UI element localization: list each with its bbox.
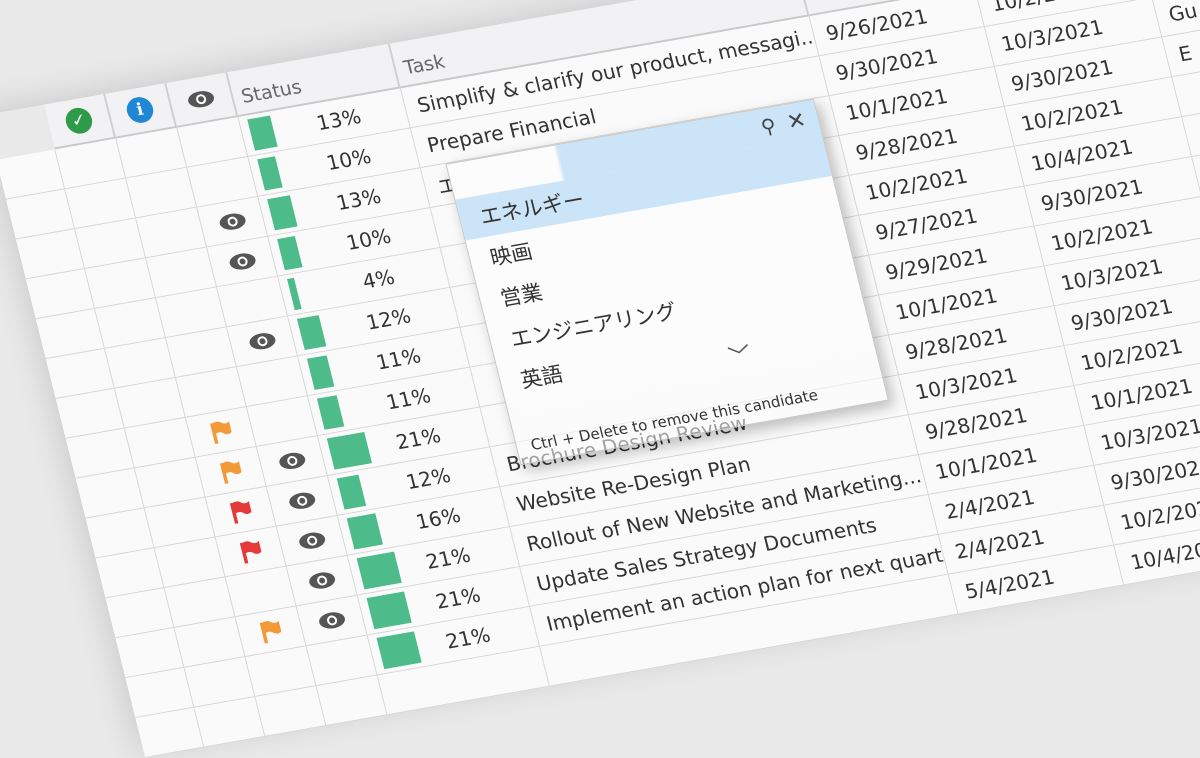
progress-bar xyxy=(287,277,302,311)
orange-flag-icon xyxy=(209,421,232,445)
eye-icon xyxy=(278,452,305,470)
search-icon[interactable]: ⚲ xyxy=(758,113,778,139)
progress-text: 13% xyxy=(313,104,364,136)
progress-text: 21% xyxy=(443,622,493,654)
autocomplete-popup: ⚲ ✕ エネルギー 映画 営業 エンジニアリング 英語 ﹀ Ctrl + Delete … xyxy=(445,98,889,466)
red-flag-icon xyxy=(229,501,252,524)
progress-bar xyxy=(247,115,279,151)
progress-bar xyxy=(366,591,412,630)
progress-text: 10% xyxy=(323,143,374,176)
eye-icon xyxy=(188,91,215,108)
progress-text: 21% xyxy=(433,582,483,614)
info-icon: i xyxy=(124,95,156,125)
progress-text: 11% xyxy=(373,343,424,375)
progress-bar xyxy=(356,551,402,590)
check-circle-icon: ✓ xyxy=(63,105,95,136)
close-icon[interactable]: ✕ xyxy=(784,107,808,135)
end-date-cell-text: 9/30/2021 xyxy=(1108,453,1200,495)
progress-bar xyxy=(336,474,366,510)
progress-text: 12% xyxy=(403,463,454,495)
progress-bar xyxy=(316,395,345,430)
task-grid: ✓ i Status Task 13% Simplify & clarify ou… xyxy=(0,0,1200,758)
progress-text: 21% xyxy=(423,542,473,574)
progress-bar xyxy=(306,355,335,390)
progress-bar xyxy=(267,195,298,231)
progress-text: 16% xyxy=(413,502,464,534)
progress-bar xyxy=(376,631,422,670)
start-date-cell-text: 2/4/2021 xyxy=(952,524,1047,564)
progress-bar xyxy=(346,513,383,550)
eye-icon xyxy=(308,572,335,589)
orange-flag-icon xyxy=(219,461,242,485)
eye-icon xyxy=(288,492,315,509)
eye-icon xyxy=(298,532,325,549)
eye-icon xyxy=(249,333,275,350)
progress-text: 10% xyxy=(343,223,394,255)
row-indicator[interactable] xyxy=(135,707,205,758)
orange-flag-icon xyxy=(259,620,281,644)
owner-cell-text: Gu xyxy=(1166,0,1200,27)
progress-bar xyxy=(257,156,283,191)
red-flag-icon xyxy=(239,541,261,564)
progress-text: 12% xyxy=(363,303,414,335)
start-date-cell-text: 2/4/2021 xyxy=(942,484,1037,524)
progress-text: 4% xyxy=(360,264,398,294)
eye-icon xyxy=(318,612,345,629)
start-date-cell-text: 5/4/2021 xyxy=(962,564,1057,604)
owner-cell-text: E xyxy=(1176,40,1195,67)
progress-bar xyxy=(326,431,372,470)
eye-icon xyxy=(219,213,246,230)
progress-text: 21% xyxy=(393,423,444,455)
progress-bar xyxy=(277,236,303,271)
progress-bar xyxy=(296,315,327,351)
progress-text: 11% xyxy=(383,383,434,415)
eye-icon xyxy=(229,253,256,270)
progress-text: 13% xyxy=(333,183,384,215)
